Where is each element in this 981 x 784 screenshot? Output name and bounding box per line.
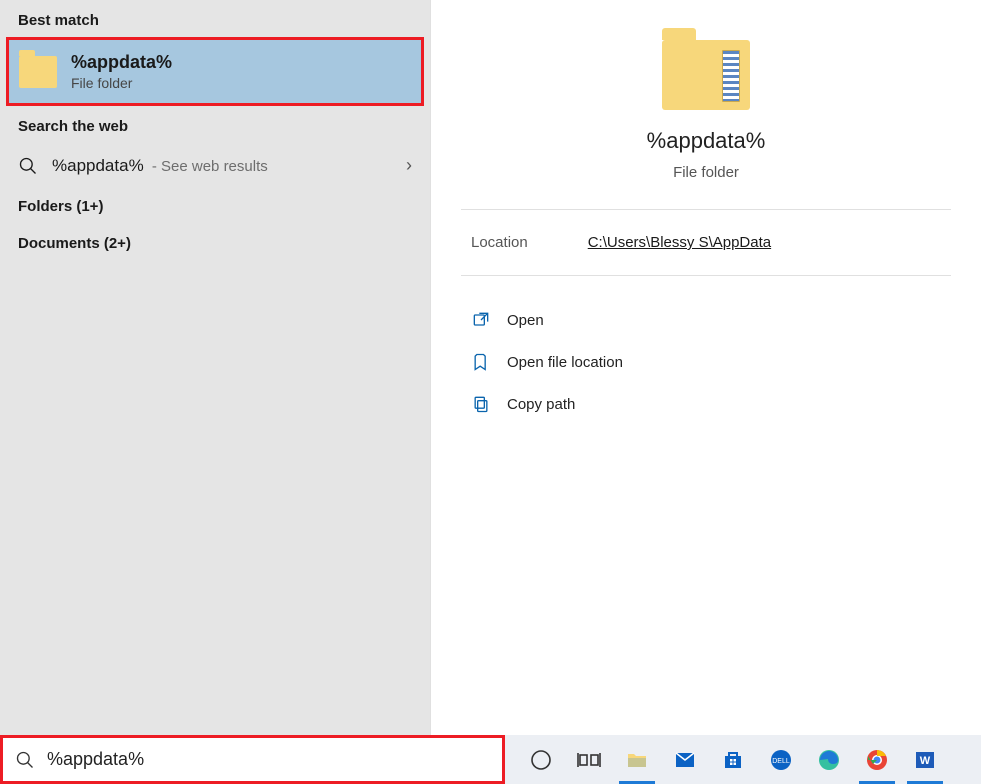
location-link[interactable]: C:\Users\Blessy S\AppData: [588, 234, 771, 251]
location-row: Location C:\Users\Blessy S\AppData: [431, 228, 981, 275]
preview-title: %appdata%: [647, 128, 766, 154]
location-label: Location: [471, 234, 528, 251]
search-box[interactable]: [0, 735, 505, 784]
copy-path-icon: [471, 394, 491, 414]
search-web-header: Search the web: [0, 106, 430, 143]
search-input[interactable]: [47, 749, 490, 770]
word-icon[interactable]: W: [901, 735, 949, 784]
action-copy-path[interactable]: Copy path: [461, 386, 951, 422]
preview-subtitle: File folder: [673, 164, 739, 181]
edge-icon[interactable]: [805, 735, 853, 784]
web-result[interactable]: %appdata% - See web results ›: [0, 143, 430, 188]
svg-text:DELL: DELL: [772, 758, 790, 765]
open-location-icon: [471, 352, 491, 372]
action-list: Open Open file location Copy path: [431, 294, 981, 430]
dell-icon[interactable]: DELL: [757, 735, 805, 784]
folder-icon: [19, 56, 57, 88]
web-hint: - See web results: [152, 158, 268, 175]
file-explorer-icon[interactable]: [613, 735, 661, 784]
action-open-location[interactable]: Open file location: [461, 344, 951, 380]
task-view-icon[interactable]: [565, 735, 613, 784]
bottom-bar: DELL W: [0, 735, 981, 784]
best-match-header: Best match: [0, 0, 430, 37]
search-results-panel: Best match %appdata% File folder Search …: [0, 0, 981, 735]
folder-icon: [662, 40, 750, 110]
preview-pane: %appdata% File folder Location C:\Users\…: [430, 0, 981, 735]
action-label: Open file location: [507, 354, 623, 371]
result-subtitle: File folder: [71, 75, 172, 91]
web-term: %appdata%: [52, 156, 144, 175]
store-icon[interactable]: [709, 735, 757, 784]
open-icon: [471, 310, 491, 330]
action-label: Copy path: [507, 396, 575, 413]
search-icon: [15, 750, 35, 770]
search-icon: [18, 156, 38, 176]
action-label: Open: [507, 312, 544, 329]
divider: [461, 275, 951, 276]
mail-icon[interactable]: [661, 735, 709, 784]
best-match-result[interactable]: %appdata% File folder: [6, 37, 424, 106]
svg-text:W: W: [920, 755, 931, 767]
results-list: Best match %appdata% File folder Search …: [0, 0, 430, 735]
category-folders[interactable]: Folders (1+): [0, 188, 430, 225]
taskbar: DELL W: [505, 735, 981, 784]
result-title: %appdata%: [71, 52, 172, 73]
divider: [461, 209, 951, 210]
chevron-right-icon: ›: [406, 155, 412, 176]
action-open[interactable]: Open: [461, 302, 951, 338]
category-documents[interactable]: Documents (2+): [0, 225, 430, 262]
chrome-icon[interactable]: [853, 735, 901, 784]
cortana-icon[interactable]: [517, 735, 565, 784]
